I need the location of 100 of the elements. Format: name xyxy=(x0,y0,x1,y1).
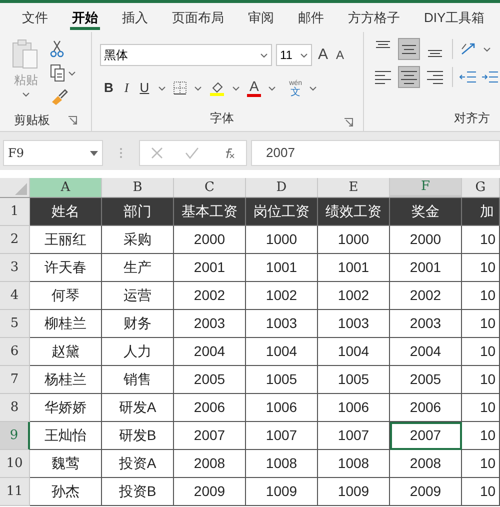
shrink-font-button[interactable]: A xyxy=(334,46,346,64)
column-header[interactable]: E xyxy=(318,178,390,197)
decrease-indent-icon[interactable] xyxy=(459,69,477,85)
ribbon-tab[interactable]: 方方格子 xyxy=(336,3,412,32)
ribbon-tab[interactable]: 开始 xyxy=(60,3,110,32)
row-header[interactable]: 1 xyxy=(0,198,30,226)
table-cell[interactable]: 2004 xyxy=(390,338,462,366)
table-cell[interactable]: 1006 xyxy=(318,394,390,422)
caret-icon[interactable] xyxy=(483,46,491,52)
grip-icon[interactable] xyxy=(119,147,123,159)
table-cell[interactable]: 2009 xyxy=(390,478,462,506)
name-box[interactable]: F9 xyxy=(3,140,103,166)
caret-icon[interactable] xyxy=(268,86,276,90)
caret-icon[interactable] xyxy=(300,52,308,58)
caret-icon[interactable] xyxy=(260,52,268,58)
table-cell[interactable]: 1006 xyxy=(246,394,318,422)
row-header[interactable]: 11 xyxy=(0,478,30,506)
column-header[interactable]: D xyxy=(246,178,318,197)
table-cell[interactable]: 1002 xyxy=(246,282,318,310)
caret-icon[interactable] xyxy=(158,86,166,90)
ribbon-tab[interactable]: 页面布局 xyxy=(160,3,236,32)
table-cell[interactable]: 王灿怡 xyxy=(30,422,102,450)
ribbon-tab[interactable]: 文件 xyxy=(10,3,60,32)
table-cell[interactable]: 研发B xyxy=(102,422,174,450)
table-cell[interactable]: 10 xyxy=(462,450,500,478)
row-header[interactable]: 8 xyxy=(0,394,30,422)
column-header[interactable]: C xyxy=(174,178,246,197)
ribbon-tab[interactable]: 邮件 xyxy=(286,3,336,32)
table-cell[interactable]: 2008 xyxy=(390,450,462,478)
row-header[interactable]: 6 xyxy=(0,338,30,366)
table-cell[interactable]: 2005 xyxy=(174,366,246,394)
table-cell[interactable]: 1004 xyxy=(318,338,390,366)
table-cell[interactable]: 1003 xyxy=(246,310,318,338)
dialog-launcher-icon[interactable] xyxy=(344,118,353,127)
table-cell[interactable]: 10 xyxy=(462,282,500,310)
row-header[interactable]: 5 xyxy=(0,310,30,338)
table-cell[interactable]: 运营 xyxy=(102,282,174,310)
table-cell[interactable]: 孙杰 xyxy=(30,478,102,506)
table-cell[interactable]: 财务 xyxy=(102,310,174,338)
table-cell[interactable]: 2000 xyxy=(174,226,246,254)
table-cell[interactable]: 2006 xyxy=(390,394,462,422)
scissors-icon[interactable] xyxy=(50,40,64,58)
table-cell[interactable]: 10 xyxy=(462,394,500,422)
row-header[interactable]: 7 xyxy=(0,366,30,394)
table-cell[interactable]: 华娇娇 xyxy=(30,394,102,422)
caret-icon[interactable] xyxy=(90,150,98,156)
table-cell[interactable]: 生产 xyxy=(102,254,174,282)
row-header[interactable]: 2 xyxy=(0,226,30,254)
table-cell[interactable]: 赵黛 xyxy=(30,338,102,366)
table-cell[interactable]: 1004 xyxy=(246,338,318,366)
underline-button[interactable]: U xyxy=(138,78,152,98)
caret-icon[interactable] xyxy=(232,86,240,90)
row-header[interactable]: 4 xyxy=(0,282,30,310)
table-cell[interactable]: 投资A xyxy=(102,450,174,478)
font-name-field[interactable]: 黑体 xyxy=(100,44,272,66)
table-cell[interactable]: 1000 xyxy=(318,226,390,254)
table-cell[interactable]: 2000 xyxy=(390,226,462,254)
table-cell[interactable]: 1002 xyxy=(318,282,390,310)
font-size-field[interactable]: 11 xyxy=(276,44,312,66)
row-header[interactable]: 3 xyxy=(0,254,30,282)
table-cell[interactable]: 2009 xyxy=(174,478,246,506)
table-cell[interactable]: 1000 xyxy=(246,226,318,254)
table-cell[interactable]: 10 xyxy=(462,310,500,338)
dialog-launcher-icon[interactable] xyxy=(68,116,77,124)
table-cell[interactable]: 1009 xyxy=(246,478,318,506)
table-cell[interactable]: 2001 xyxy=(390,254,462,282)
table-cell[interactable]: 王丽红 xyxy=(30,226,102,254)
table-cell[interactable]: 许天春 xyxy=(30,254,102,282)
table-cell[interactable]: 1008 xyxy=(246,450,318,478)
table-cell[interactable]: 1001 xyxy=(318,254,390,282)
table-cell[interactable]: 1008 xyxy=(318,450,390,478)
table-cell[interactable]: 2003 xyxy=(390,310,462,338)
table-cell[interactable]: 2007 xyxy=(174,422,246,450)
table-cell[interactable]: 10 xyxy=(462,366,500,394)
fill-color-icon[interactable] xyxy=(209,80,226,96)
table-cell[interactable]: 1009 xyxy=(318,478,390,506)
table-cell[interactable]: 2001 xyxy=(174,254,246,282)
column-header[interactable]: F xyxy=(390,178,462,197)
table-cell[interactable]: 杨桂兰 xyxy=(30,366,102,394)
table-cell[interactable]: 10 xyxy=(462,226,500,254)
table-cell[interactable]: 2003 xyxy=(174,310,246,338)
row-header[interactable]: 10 xyxy=(0,450,30,478)
table-cell[interactable]: 1003 xyxy=(318,310,390,338)
ribbon-tab[interactable]: 审阅 xyxy=(236,3,286,32)
table-cell[interactable]: 2006 xyxy=(174,394,246,422)
table-cell[interactable]: 10 xyxy=(462,254,500,282)
caret-icon[interactable] xyxy=(308,86,317,90)
formula-field[interactable]: 2007 xyxy=(251,140,500,166)
table-cell[interactable]: 1007 xyxy=(246,422,318,450)
column-header[interactable]: G xyxy=(462,178,500,197)
table-cell[interactable]: 魏莺 xyxy=(30,450,102,478)
table-cell[interactable]: 10 xyxy=(462,422,500,450)
table-cell[interactable]: 柳桂兰 xyxy=(30,310,102,338)
table-cell[interactable]: 10 xyxy=(462,338,500,366)
table-cell[interactable]: 1005 xyxy=(318,366,390,394)
table-cell[interactable]: 10 xyxy=(462,478,500,506)
table-cell[interactable]: 1001 xyxy=(246,254,318,282)
caret-icon[interactable] xyxy=(194,86,202,90)
table-cell[interactable]: 人力 xyxy=(102,338,174,366)
font-color-button[interactable]: A xyxy=(247,79,262,97)
